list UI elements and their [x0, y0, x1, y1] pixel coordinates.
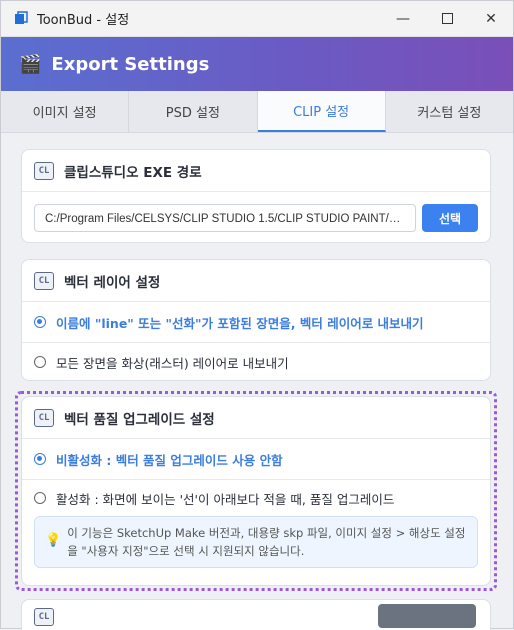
- card-header: CL 클립스튜디오 EXE 경로: [22, 150, 490, 192]
- tab-clip-settings[interactable]: CLIP 설정: [257, 91, 386, 132]
- card-title: 클립스튜디오 EXE 경로: [64, 164, 202, 181]
- card-title: 벡터 레이어 설정: [64, 274, 161, 291]
- tab-psd-settings[interactable]: PSD 설정: [129, 91, 258, 132]
- clip-studio-icon: CL: [34, 271, 54, 290]
- next-settings-card: CL: [21, 599, 491, 630]
- exe-path-field[interactable]: C:/Program Files/CELSYS/CLIP STUDIO 1.5/…: [34, 204, 416, 232]
- radio-selected-icon[interactable]: [34, 453, 46, 465]
- quality-option-enable[interactable]: 활성화 : 화면에 보이는 '선'이 아래보다 적을 때, 품질 업그레이드: [22, 480, 490, 516]
- option-label: 이름에 "line" 또는 "선화"가 포함된 장면을, 벡터 레이어로 내보내…: [56, 315, 424, 331]
- clip-studio-icon: CL: [34, 408, 54, 427]
- vector-option-raster[interactable]: 모든 장면을 화상(래스터) 레이어로 내보내기: [22, 343, 490, 381]
- quality-option-disable[interactable]: 비활성화 : 벡터 품질 업그레이드 사용 안함: [22, 439, 490, 479]
- minimize-icon[interactable]: —: [381, 1, 425, 37]
- clip-studio-icon: CL: [34, 161, 54, 180]
- info-notice: 💡 이 기능은 SketchUp Make 버전과, 대용량 skp 파일, 이…: [34, 516, 478, 568]
- settings-window: ToonBud - 설정 — ✕ 🎬 Export Settings 이미지 설…: [0, 0, 514, 630]
- option-label: 모든 장면을 화상(래스터) 레이어로 내보내기: [56, 355, 289, 371]
- app-logo-icon: [13, 10, 29, 27]
- card-action-button[interactable]: [378, 604, 476, 628]
- exe-path-card: CL 클립스튜디오 EXE 경로 C:/Program Files/CELSYS…: [21, 149, 491, 243]
- notice-text: 이 기능은 SketchUp Make 버전과, 대용량 skp 파일, 이미지…: [67, 526, 466, 558]
- option-label: 활성화 : 화면에 보이는 '선'이 아래보다 적을 때, 품질 업그레이드: [56, 491, 395, 507]
- close-icon[interactable]: ✕: [469, 1, 513, 37]
- tab-custom-settings[interactable]: 커스텀 설정: [386, 91, 513, 132]
- settings-content: CL 클립스튜디오 EXE 경로 C:/Program Files/CELSYS…: [9, 141, 503, 630]
- vector-option-line[interactable]: 이름에 "line" 또는 "선화"가 포함된 장면을, 벡터 레이어로 내보내…: [22, 302, 490, 342]
- card-title: 벡터 품질 업그레이드 설정: [64, 411, 215, 428]
- radio-unselected-icon[interactable]: [34, 356, 46, 368]
- vector-layer-card: CL 벡터 레이어 설정 이름에 "line" 또는 "선화"가 포함된 장면을…: [21, 259, 491, 381]
- option-label: 비활성화 : 벡터 품질 업그레이드 사용 안함: [56, 452, 283, 468]
- clapperboard-icon: 🎬: [19, 53, 42, 75]
- tab-bar: 이미지 설정 PSD 설정 CLIP 설정 커스텀 설정: [1, 91, 513, 133]
- radio-unselected-icon[interactable]: [34, 492, 46, 504]
- select-path-button[interactable]: 선택: [422, 204, 478, 232]
- clip-studio-icon: CL: [34, 608, 54, 626]
- card-header: CL 벡터 레이어 설정: [22, 260, 490, 302]
- radio-selected-icon[interactable]: [34, 316, 46, 328]
- card-header: CL 벡터 품질 업그레이드 설정: [22, 397, 490, 439]
- window-title: ToonBud - 설정: [37, 13, 130, 28]
- lightbulb-icon: 💡: [45, 533, 62, 548]
- tab-image-settings[interactable]: 이미지 설정: [1, 91, 130, 132]
- page-title: Export Settings: [51, 53, 210, 75]
- title-bar: ToonBud - 설정 — ✕: [1, 1, 513, 37]
- header-banner: 🎬 Export Settings: [1, 37, 513, 91]
- vector-quality-card: CL 벡터 품질 업그레이드 설정 비활성화 : 벡터 품질 업그레이드 사용 …: [21, 396, 491, 586]
- maximize-icon[interactable]: [425, 1, 469, 37]
